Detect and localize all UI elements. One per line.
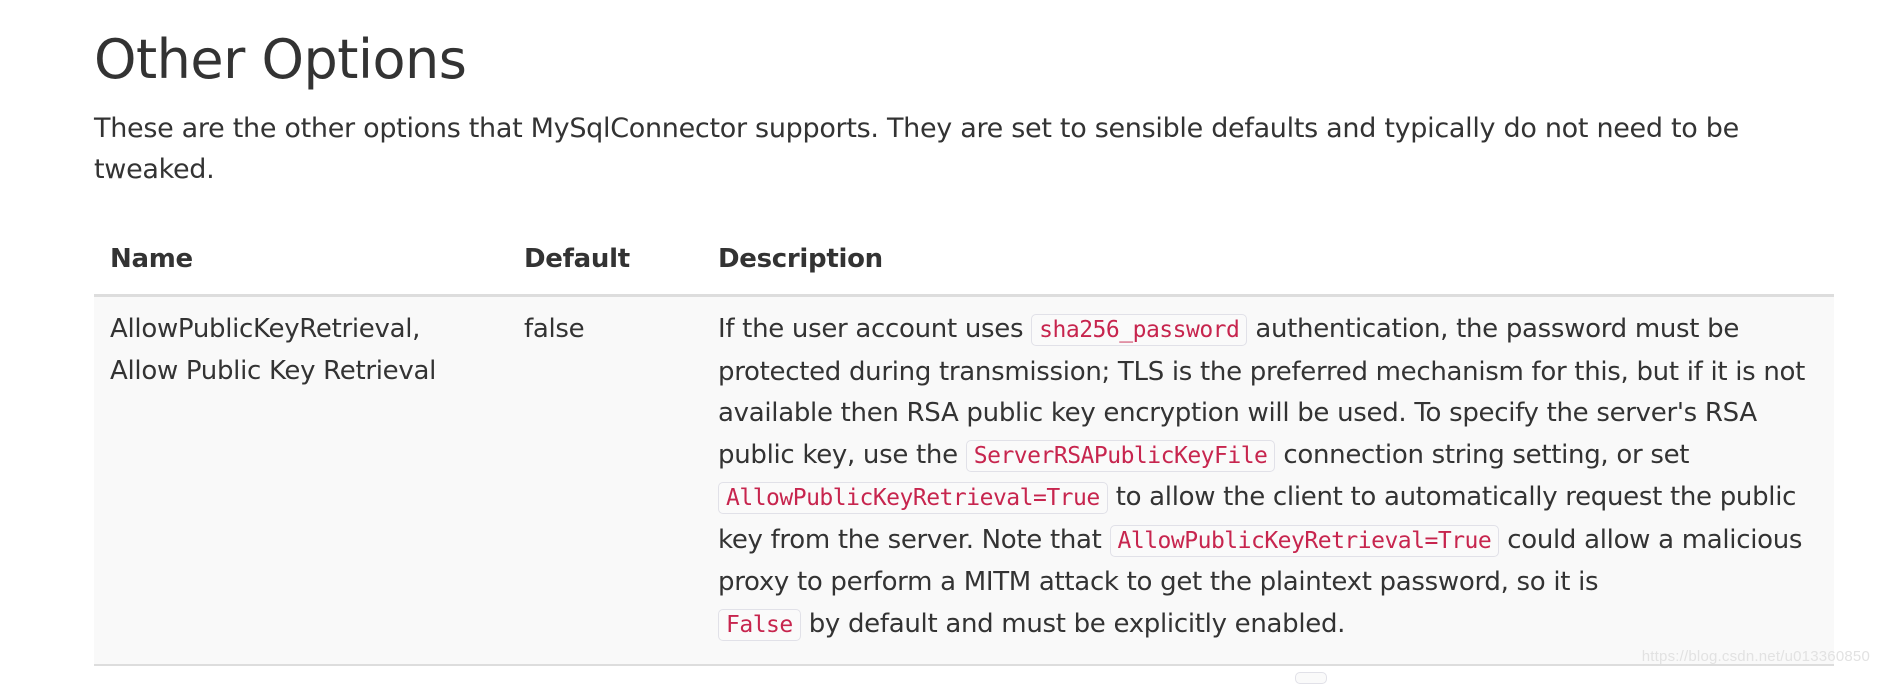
option-name: AllowPublicKeyRetrieval, — [110, 314, 421, 344]
table-row: AllowPublicKeyRetrieval, Allow Public Ke… — [94, 295, 1834, 666]
section-title: Other Options — [94, 28, 467, 91]
next-row-code-chip — [1295, 672, 1327, 684]
description-text: connection string setting, or set — [1275, 439, 1690, 470]
watermark: https://blog.csdn.net/u013360850 — [1641, 648, 1870, 665]
section-intro: These are the other options that MySqlCo… — [94, 113, 1739, 185]
header-default: Default — [508, 222, 702, 297]
option-description: If the user account uses sha256_password… — [702, 295, 1834, 666]
table-header-row: Name Default Description — [94, 222, 1834, 297]
code-allow-public-key-retrieval-true: AllowPublicKeyRetrieval=True — [1109, 524, 1500, 557]
description-text: by default and must be explicitly enable… — [800, 608, 1346, 639]
header-name: Name — [94, 222, 508, 297]
code-allow-public-key-retrieval-true: AllowPublicKeyRetrieval=True — [718, 482, 1108, 514]
option-name-alias: Allow Public Key Retrieval — [110, 355, 437, 386]
option-default: false — [508, 295, 702, 666]
code-server-rsa-public-key-file: ServerRSAPublicKeyFile — [965, 439, 1276, 472]
options-table: Name Default Description AllowPublicKeyR… — [94, 222, 1834, 666]
description-text: If the user account uses — [718, 314, 1032, 344]
header-description: Description — [702, 222, 1834, 297]
code-sha256-password: sha256_password — [1031, 314, 1248, 346]
code-false: False — [718, 608, 801, 641]
option-name-cell: AllowPublicKeyRetrieval, Allow Public Ke… — [94, 295, 508, 666]
